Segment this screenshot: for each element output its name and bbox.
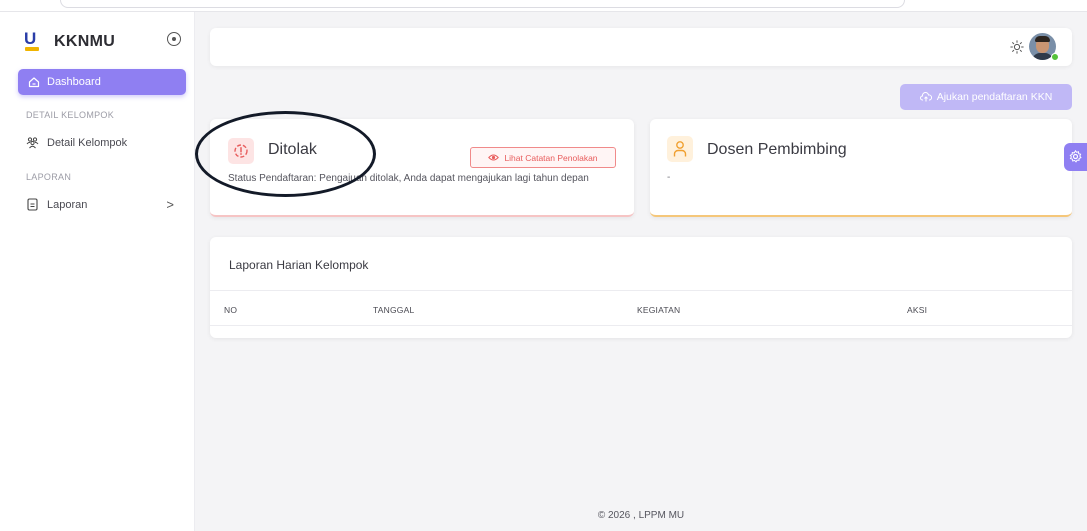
document-icon [27, 198, 38, 211]
top-navbar [210, 28, 1072, 66]
supervisor-card: Dosen Pembimbing - [650, 119, 1072, 217]
home-icon [28, 77, 40, 88]
university-logo-icon: U [22, 30, 42, 54]
cloud-upload-icon [919, 91, 932, 102]
registration-status-card: Ditolak Lihat Catatan Penolakan Status P… [210, 119, 634, 217]
chevron-right-icon: > [166, 197, 174, 212]
alert-circle-icon [234, 144, 248, 158]
sun-icon[interactable] [1010, 40, 1024, 54]
address-bar [60, 0, 905, 8]
sidebar-section-detail: DETAIL KELOMPOK [26, 110, 115, 120]
column-header-aksi: AKSI [907, 305, 928, 315]
column-header-tanggal: TANGGAL [373, 305, 415, 315]
supervisor-icon-box [667, 136, 693, 162]
sidebar: U KKNMU Dashboard DETAIL KELOMPOK Detail… [0, 12, 195, 531]
status-icon-box [228, 138, 254, 164]
status-description: Status Pendaftaran: Pengajuan ditolak, A… [228, 173, 589, 184]
group-icon [26, 137, 39, 149]
supervisor-title: Dosen Pembimbing [707, 141, 847, 158]
daily-report-title: Laporan Harian Kelompok [229, 258, 369, 272]
sidebar-item-label: Dashboard [47, 76, 101, 88]
browser-top-strip [0, 0, 1087, 12]
apply-kkn-label: Ajukan pendaftaran KKN [936, 91, 1053, 103]
sidebar-item-dashboard[interactable]: Dashboard [18, 69, 186, 95]
footer-copyright: © 2026 , LPPM MU [597, 510, 685, 521]
brand[interactable]: U KKNMU [22, 30, 115, 54]
app-name: KKNMU [54, 33, 116, 50]
eye-icon [488, 154, 500, 161]
rejection-notes-label: Lihat Catatan Penolakan [504, 152, 598, 163]
column-header-no: NO [224, 305, 238, 315]
sidebar-collapse-icon[interactable] [167, 32, 181, 46]
online-status-dot [1051, 53, 1059, 61]
daily-report-card: Laporan Harian Kelompok NO TANGGAL KEGIA… [210, 237, 1072, 338]
status-title: Ditolak [268, 141, 317, 158]
column-header-kegiatan: KEGIATAN [637, 305, 681, 315]
table-header-row: NO TANGGAL KEGIATAN AKSI [210, 290, 1072, 326]
view-rejection-notes-button[interactable]: Lihat Catatan Penolakan [470, 147, 616, 168]
sidebar-item-detail-kelompok[interactable]: Detail Kelompok [26, 136, 176, 149]
supervisor-value: - [667, 172, 671, 183]
sidebar-item-laporan[interactable]: Laporan > [26, 197, 176, 212]
sidebar-section-laporan: LAPORAN [26, 172, 72, 182]
sidebar-item-label: Detail Kelompok [47, 136, 128, 149]
sidebar-item-label: Laporan [47, 198, 88, 211]
user-icon [673, 141, 687, 157]
apply-kkn-button[interactable]: Ajukan pendaftaran KKN [900, 84, 1072, 110]
customizer-settings-button[interactable] [1064, 143, 1087, 171]
gear-icon [1069, 150, 1082, 163]
